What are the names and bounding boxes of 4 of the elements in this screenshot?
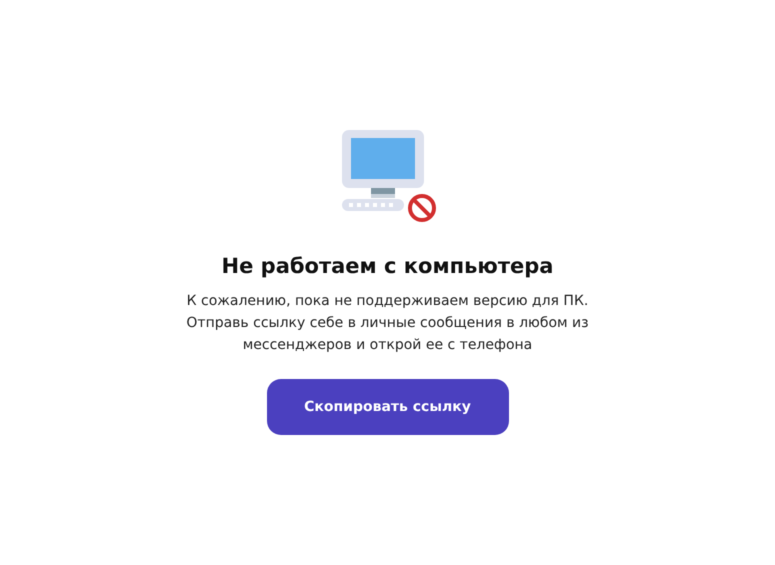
page-title: Не работаем с компьютера [222,253,554,280]
computer-blocked-icon [342,130,438,224]
copy-link-button[interactable]: Скопировать ссылку [266,379,508,435]
info-message: К сожалению, пока не поддерживаем версию для ПК. Отправь ссылку себе в личные сообщения в любом из мессенджеров и открой ее с телефона [186,292,589,355]
